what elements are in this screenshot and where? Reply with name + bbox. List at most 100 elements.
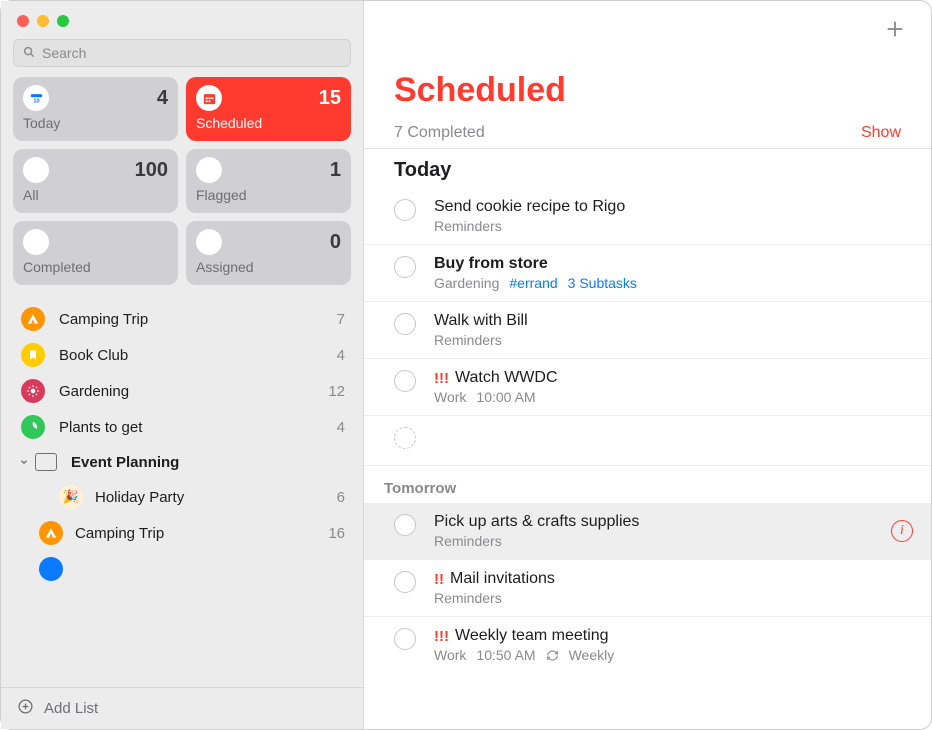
tile-all-count: 100 (135, 159, 168, 182)
list-count: 4 (337, 347, 345, 364)
reminder-title: Watch WWDC (455, 369, 558, 387)
zoom-window-button[interactable] (57, 15, 69, 27)
group-label: Event Planning (71, 454, 179, 471)
party-icon: 🎉 (59, 485, 83, 509)
sidebar: 10 4 Today 15 Scheduled (1, 1, 364, 729)
search-icon (22, 45, 42, 62)
reminder-title: Buy from store (434, 255, 913, 273)
tile-assigned-count: 0 (330, 231, 341, 254)
reminder-tag[interactable]: #errand (509, 275, 557, 291)
priority-indicator: !!! (434, 628, 449, 645)
tent-icon (39, 521, 63, 545)
search-field[interactable] (13, 39, 351, 67)
reminder-row[interactable]: !!! Weekly team meeting Work 10:50 AM We… (364, 617, 931, 673)
reminder-title: Walk with Bill (434, 312, 913, 330)
reminder-list-label: Work (434, 389, 466, 405)
list-partial[interactable] (1, 551, 363, 587)
search-input[interactable] (42, 45, 342, 61)
list-camping-trip-2[interactable]: Camping Trip 16 (1, 515, 363, 551)
tile-completed[interactable]: Completed (13, 221, 178, 285)
smart-list-tiles: 10 4 Today 15 Scheduled (1, 77, 363, 297)
reminder-checkbox[interactable] (394, 256, 416, 278)
reminder-checkbox[interactable] (394, 199, 416, 221)
tray-icon (23, 157, 49, 183)
lists-section: Camping Trip 7 Book Club 4 Gardening 12 (1, 297, 363, 687)
reminder-row[interactable]: Pick up arts & crafts supplies Reminders… (364, 503, 931, 560)
leaf-icon (21, 415, 45, 439)
list-label: Holiday Party (95, 489, 184, 506)
reminder-title: Send cookie recipe to Rigo (434, 198, 913, 216)
list-count: 12 (328, 383, 345, 400)
reminder-list-label: Reminders (434, 590, 502, 606)
tile-scheduled[interactable]: 15 Scheduled (186, 77, 351, 141)
list-label: Gardening (59, 383, 129, 400)
reminder-checkbox[interactable] (394, 427, 416, 449)
add-list-button[interactable]: Add List (1, 687, 363, 729)
reminder-row[interactable]: Buy from store Gardening #errand 3 Subta… (364, 245, 931, 302)
reminder-row[interactable]: Walk with Bill Reminders (364, 302, 931, 359)
repeat-icon (546, 649, 559, 662)
completed-summary-bar: 7 Completed Show (364, 124, 931, 149)
list-book-club[interactable]: Book Club 4 (1, 337, 363, 373)
calendar-icon (196, 85, 222, 111)
priority-indicator: !!! (434, 370, 449, 387)
list-count: 16 (328, 525, 345, 542)
reminder-row[interactable]: !!! Watch WWDC Work 10:00 AM (364, 359, 931, 416)
minimize-window-button[interactable] (37, 15, 49, 27)
list-bullet-icon (39, 557, 63, 581)
list-label: Plants to get (59, 419, 142, 436)
list-label: Book Club (59, 347, 128, 364)
show-completed-button[interactable]: Show (861, 124, 901, 142)
list-gardening[interactable]: Gardening 12 (1, 373, 363, 409)
group-event-planning[interactable]: Event Planning (1, 445, 363, 479)
new-reminder-placeholder[interactable] (364, 416, 931, 466)
plus-circle-icon (17, 698, 34, 719)
reminder-checkbox[interactable] (394, 370, 416, 392)
calendar-today-icon: 10 (23, 85, 49, 111)
reminder-checkbox[interactable] (394, 628, 416, 650)
reminder-checkbox[interactable] (394, 571, 416, 593)
tile-today[interactable]: 10 4 Today (13, 77, 178, 141)
add-reminder-button[interactable] (881, 15, 909, 43)
reminder-checkbox[interactable] (394, 313, 416, 335)
svg-text:10: 10 (33, 98, 39, 104)
tile-all-label: All (23, 187, 168, 203)
bookmark-icon (21, 343, 45, 367)
list-count: 6 (337, 489, 345, 506)
list-camping-trip[interactable]: Camping Trip 7 (1, 301, 363, 337)
close-window-button[interactable] (17, 15, 29, 27)
main-content: Scheduled 7 Completed Show Today Send co… (364, 1, 931, 729)
reminder-time: 10:50 AM (476, 647, 535, 663)
completed-count-label: 7 Completed (394, 124, 485, 142)
list-count: 7 (337, 311, 345, 328)
tile-assigned[interactable]: 0 Assigned (186, 221, 351, 285)
info-button[interactable]: i (891, 520, 913, 542)
tile-assigned-label: Assigned (196, 259, 341, 275)
list-label: Camping Trip (75, 525, 164, 542)
add-list-label: Add List (44, 700, 98, 717)
page-title: Scheduled (364, 71, 931, 124)
tile-today-label: Today (23, 115, 168, 131)
reminder-list-label: Work (434, 647, 466, 663)
reminder-row[interactable]: Send cookie recipe to Rigo Reminders (364, 188, 931, 245)
list-label: Camping Trip (59, 311, 148, 328)
reminder-row[interactable]: !! Mail invitations Reminders (364, 560, 931, 617)
reminder-repeat-label: Weekly (569, 647, 615, 663)
list-plants-to-get[interactable]: Plants to get 4 (1, 409, 363, 445)
priority-indicator: !! (434, 571, 444, 588)
tent-icon (21, 307, 45, 331)
reminder-list-label: Reminders (434, 332, 502, 348)
tile-flagged-label: Flagged (196, 187, 341, 203)
section-header-today: Today (364, 149, 931, 188)
tile-flagged-count: 1 (330, 159, 341, 182)
tile-today-count: 4 (157, 87, 168, 110)
section-header-tomorrow: Tomorrow (364, 466, 931, 503)
reminder-list-label: Reminders (434, 218, 502, 234)
checkmark-icon (23, 229, 49, 255)
list-holiday-party[interactable]: 🎉 Holiday Party 6 (1, 479, 363, 515)
reminder-subtasks[interactable]: 3 Subtasks (568, 275, 637, 291)
reminder-checkbox[interactable] (394, 514, 416, 536)
tile-all[interactable]: 100 All (13, 149, 178, 213)
chevron-down-icon[interactable] (17, 457, 31, 467)
tile-flagged[interactable]: 1 Flagged (186, 149, 351, 213)
